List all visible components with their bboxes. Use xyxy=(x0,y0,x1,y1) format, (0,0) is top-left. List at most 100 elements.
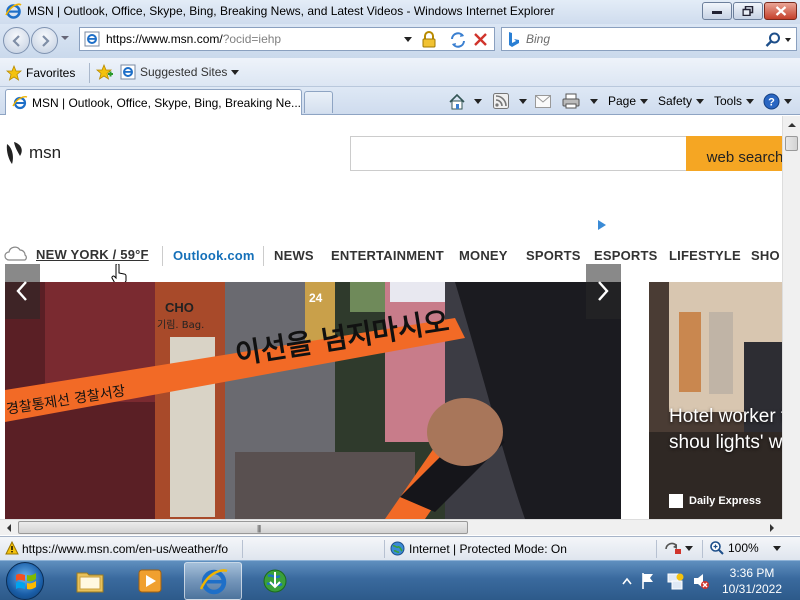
zoom-control[interactable]: 100% xyxy=(710,541,781,555)
svg-text:?: ? xyxy=(768,96,775,108)
scroll-left-arrow[interactable] xyxy=(7,524,11,532)
volume-muted-icon[interactable] xyxy=(692,572,710,590)
scroll-thumb[interactable]: ||| xyxy=(18,521,468,534)
start-button[interactable] xyxy=(6,562,44,600)
address-dropdown-icon[interactable] xyxy=(404,37,412,42)
ad-choices-icon[interactable] xyxy=(598,220,606,230)
new-tab-button[interactable] xyxy=(304,91,333,113)
web-page: msn web search NEW YORK / 59°F Outlook.c… xyxy=(0,116,782,519)
chevron-down-icon xyxy=(474,98,482,104)
network-icon[interactable] xyxy=(666,572,684,590)
taskbar-explorer-button[interactable] xyxy=(61,562,119,600)
recent-pages-dropdown[interactable] xyxy=(61,36,69,40)
search-options-dropdown[interactable] xyxy=(785,38,791,42)
nav-esports[interactable]: ESPORTS xyxy=(594,248,658,263)
favorites-button[interactable]: Favorites xyxy=(6,64,75,82)
back-button[interactable] xyxy=(3,27,30,54)
weather-link[interactable]: NEW YORK / 59°F xyxy=(4,246,149,262)
chevron-down-icon xyxy=(231,69,240,75)
chevron-down-icon xyxy=(696,98,705,104)
msn-logo-text: msn xyxy=(29,143,62,162)
protected-mode-icon xyxy=(665,542,681,554)
title-bar: MSN | Outlook, Office, Skype, Bing, Brea… xyxy=(0,0,800,24)
home-button[interactable] xyxy=(448,92,482,110)
action-center-flag-icon[interactable] xyxy=(640,572,656,590)
status-divider xyxy=(384,540,385,558)
web-search-input[interactable] xyxy=(350,136,688,171)
status-divider xyxy=(656,540,657,558)
search-icon[interactable] xyxy=(765,32,781,48)
nav-outlook[interactable]: Outlook.com xyxy=(173,248,255,263)
hero-sign-text: 24 xyxy=(309,291,323,305)
tools-menu[interactable]: Tools xyxy=(714,92,755,110)
scroll-thumb[interactable] xyxy=(785,136,798,151)
hero-news-image[interactable]: 이선을 넘지마시오 경찰통제선 경찰서장 CHO 기림. Bag. 24 xyxy=(5,282,621,519)
print-button[interactable] xyxy=(562,92,598,110)
protected-mode-button[interactable] xyxy=(664,541,693,555)
status-divider xyxy=(702,540,703,558)
ie-page-icon xyxy=(84,31,100,47)
printer-icon xyxy=(562,93,580,109)
nav-lifestyle[interactable]: LIFESTYLE xyxy=(669,248,741,263)
scroll-up-arrow[interactable] xyxy=(788,123,796,127)
carousel-next-button[interactable] xyxy=(586,264,621,319)
close-button[interactable] xyxy=(764,2,797,20)
rss-feed-icon xyxy=(493,93,509,109)
help-button[interactable]: ? xyxy=(763,92,792,110)
taskbar-download-manager-button[interactable] xyxy=(246,562,304,600)
taskbar-ie-button[interactable] xyxy=(184,562,242,600)
lock-icon[interactable] xyxy=(421,31,437,48)
security-zone-text: Internet | Protected Mode: On xyxy=(409,541,567,556)
safety-menu[interactable]: Safety xyxy=(658,92,705,110)
chevron-right-icon xyxy=(598,281,609,301)
add-to-favorites-icon[interactable] xyxy=(95,64,113,80)
bing-search-box[interactable]: Bing xyxy=(501,27,797,51)
tab-msn[interactable]: MSN | Outlook, Office, Skype, Bing, Brea… xyxy=(5,89,302,115)
msn-logo[interactable]: msn xyxy=(5,140,61,166)
cloud-icon xyxy=(4,246,27,261)
nav-news[interactable]: NEWS xyxy=(274,248,314,263)
nav-divider xyxy=(263,246,264,266)
nav-shopping[interactable]: SHO xyxy=(751,248,780,263)
system-clock[interactable]: 3:36 PM 10/31/2022 xyxy=(714,565,790,597)
web-search-button[interactable]: web search xyxy=(686,136,782,171)
taskbar-media-player-button[interactable] xyxy=(121,562,179,600)
hero-sign-text: 기림. Bag. xyxy=(157,319,204,331)
address-bar[interactable]: https://www.msn.com/?ocid=iehp xyxy=(79,27,495,51)
page-menu[interactable]: Page xyxy=(608,92,649,110)
status-divider xyxy=(242,540,243,558)
carousel-prev-button[interactable] xyxy=(5,264,40,319)
read-mail-button[interactable] xyxy=(535,92,551,110)
side-card-headline: Hotel worker tourists shou lights' when … xyxy=(669,406,782,453)
clock-time: 3:36 PM xyxy=(729,566,775,580)
favorites-bar: Favorites Suggested Sites xyxy=(0,58,800,87)
show-hidden-icons-button[interactable] xyxy=(622,577,632,585)
compatibility-view-icon[interactable] xyxy=(449,31,467,49)
scroll-right-arrow[interactable] xyxy=(770,524,774,532)
security-zone[interactable]: Internet | Protected Mode: On xyxy=(390,541,567,556)
bing-icon xyxy=(509,32,519,47)
zoom-icon xyxy=(710,541,724,555)
horizontal-scrollbar[interactable]: ||| xyxy=(0,519,782,535)
minimize-button[interactable] xyxy=(702,2,732,20)
mail-icon xyxy=(535,94,551,108)
nav-money[interactable]: MONEY xyxy=(459,248,508,263)
side-card-source-name: Daily Express xyxy=(689,495,762,507)
chevron-down-icon xyxy=(590,98,598,104)
side-news-card[interactable]: Hotel worker tourists shou lights' when … xyxy=(649,282,782,519)
window-title: MSN | Outlook, Office, Skype, Bing, Brea… xyxy=(27,4,555,18)
help-icon: ? xyxy=(763,93,780,109)
status-url: https://www.msn.com/en-us/weather/fo xyxy=(22,542,229,556)
home-icon xyxy=(449,93,465,109)
nav-entertainment[interactable]: ENTERTAINMENT xyxy=(331,248,444,263)
suggested-sites-label: Suggested Sites xyxy=(140,65,228,79)
tab-row: MSN | Outlook, Office, Skype, Bing, Brea… xyxy=(0,87,800,115)
forward-button[interactable] xyxy=(31,27,58,54)
stop-icon[interactable] xyxy=(473,32,488,47)
nav-sports[interactable]: SPORTS xyxy=(526,248,581,263)
suggested-sites-button[interactable]: Suggested Sites xyxy=(120,64,240,80)
vertical-scrollbar[interactable] xyxy=(782,116,800,519)
feeds-button[interactable] xyxy=(493,92,527,110)
maximize-button[interactable] xyxy=(733,2,763,20)
address-url[interactable]: https://www.msn.com/?ocid=iehp xyxy=(106,32,281,46)
